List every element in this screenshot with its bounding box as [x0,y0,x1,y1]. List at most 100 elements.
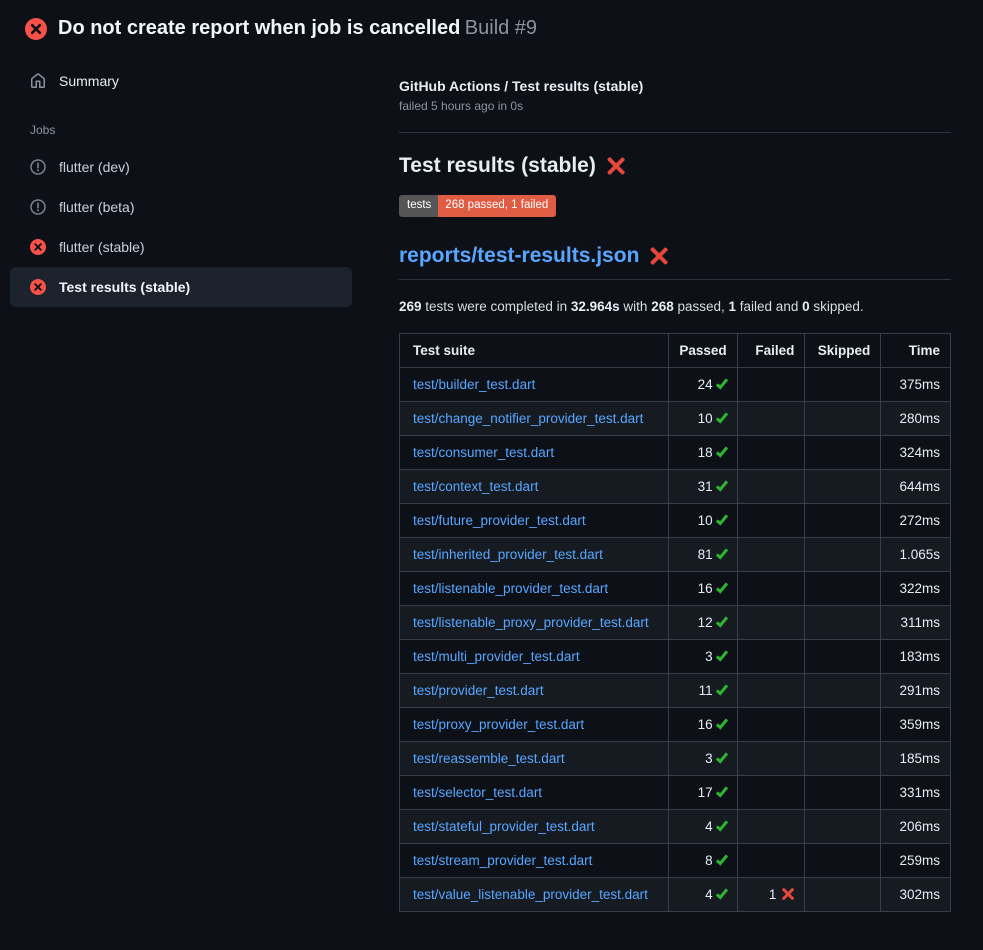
suite-link[interactable]: test/listenable_proxy_provider_test.dart [413,615,649,630]
x-circle-icon [25,18,47,40]
job-label: flutter (dev) [59,159,130,175]
passed-count: 10 [698,513,713,528]
passed-cell: 3 [668,639,737,673]
passed-count: 3 [705,751,713,766]
tests-badge: tests 268 passed, 1 failed [399,195,556,217]
passed-count: 3 [705,649,713,664]
summary-label: Summary [59,73,119,89]
failed-cell [737,843,805,877]
time-cell: 311ms [881,605,951,639]
passed-cell: 31 [668,469,737,503]
passed-count: 12 [698,615,713,630]
column-header: Failed [737,333,805,367]
suite-link[interactable]: test/reassemble_test.dart [413,751,565,766]
failed-cell [737,435,805,469]
time-cell: 272ms [881,503,951,537]
passed-cell: 3 [668,741,737,775]
suite-link[interactable]: test/value_listenable_provider_test.dart [413,887,648,902]
time-cell: 183ms [881,639,951,673]
summary-segment: passed, [674,299,729,314]
suite-link[interactable]: test/selector_test.dart [413,785,542,800]
skipped-cell [805,639,881,673]
table-row: test/consumer_test.dart18324ms [400,435,951,469]
suite-cell: test/builder_test.dart [400,367,669,401]
sidebar-item-summary[interactable]: Summary [10,61,352,101]
summary-line: 269 tests were completed in 32.964s with… [399,299,951,314]
time-cell: 185ms [881,741,951,775]
table-row: test/value_listenable_provider_test.dart… [400,877,951,911]
failed-cell [737,707,805,741]
suite-link[interactable]: test/change_notifier_provider_test.dart [413,411,643,426]
passed-count: 16 [698,581,713,596]
failed-count: 1 [769,887,777,902]
passed-count: 11 [699,683,713,698]
sidebar-job-item[interactable]: flutter (dev) [10,147,352,187]
skipped-cell [805,741,881,775]
exclamation-circle-icon [30,159,46,175]
suite-link[interactable]: test/builder_test.dart [413,377,535,392]
check-mark-icon [715,444,727,457]
run-header: Do not create report when job is cancell… [0,0,983,40]
check-mark-icon [715,648,727,661]
column-header: Test suite [400,333,669,367]
passed-cell: 10 [668,401,737,435]
passed-cell: 10 [668,503,737,537]
check-mark-icon [715,682,727,695]
suite-link[interactable]: test/proxy_provider_test.dart [413,717,584,732]
failed-cell [737,401,805,435]
time-cell: 291ms [881,673,951,707]
suite-link[interactable]: test/future_provider_test.dart [413,513,586,528]
suite-link[interactable]: test/stateful_provider_test.dart [413,819,595,834]
x-circle-icon [30,279,46,295]
failed-cell [737,469,805,503]
suite-cell: test/context_test.dart [400,469,669,503]
summary-segment: 268 [651,299,674,314]
time-cell: 1.065s [881,537,951,571]
suite-cell: test/change_notifier_provider_test.dart [400,401,669,435]
check-status-line: failed 5 hours ago in 0s [399,99,951,113]
suite-link[interactable]: test/provider_test.dart [413,683,544,698]
suite-link[interactable]: test/context_test.dart [413,479,538,494]
suite-cell: test/stream_provider_test.dart [400,843,669,877]
table-row: test/listenable_proxy_provider_test.dart… [400,605,951,639]
summary-segment: 269 [399,299,422,314]
suite-cell: test/future_provider_test.dart [400,503,669,537]
suite-link[interactable]: test/inherited_provider_test.dart [413,547,603,562]
sidebar-job-item[interactable]: flutter (stable) [10,227,352,267]
skipped-cell [805,537,881,571]
suite-link[interactable]: test/consumer_test.dart [413,445,554,460]
skipped-cell [805,673,881,707]
check-mark-icon [715,784,727,797]
check-breadcrumb: GitHub Actions / Test results (stable) [399,78,951,94]
skipped-cell [805,877,881,911]
suite-cell: test/consumer_test.dart [400,435,669,469]
x-mark-icon [781,888,794,901]
column-header: Time [881,333,951,367]
suite-link[interactable]: test/listenable_provider_test.dart [413,581,608,596]
summary-segment: skipped. [810,299,864,314]
passed-count: 10 [698,411,713,426]
table-row: test/future_provider_test.dart 10 272ms [400,503,951,537]
sidebar: Summary Jobs flutter (dev)flutter (beta)… [0,40,352,307]
check-mark-icon [715,852,727,865]
passed-cell: 17 [668,775,737,809]
skipped-cell [805,435,881,469]
summary-segment: tests were completed in [422,299,571,314]
passed-cell: 81 [668,537,737,571]
check-title: Test results (stable) [399,154,596,178]
table-row: test/inherited_provider_test.dart 81 1.065… [400,537,951,571]
table-row: test/builder_test.dart24375ms [400,367,951,401]
report-link[interactable]: reports/test-results.json [399,244,639,268]
failed-cell [737,367,805,401]
suite-link[interactable]: test/stream_provider_test.dart [413,853,592,868]
skipped-cell [805,469,881,503]
suite-link[interactable]: test/multi_provider_test.dart [413,649,580,664]
passed-cell: 4 [668,877,737,911]
failed-cell [737,639,805,673]
passed-count: 4 [705,819,713,834]
sidebar-job-item[interactable]: Test results (stable) [10,267,352,307]
sidebar-job-item[interactable]: flutter (beta) [10,187,352,227]
passed-cell: 16 [668,571,737,605]
skipped-cell [805,707,881,741]
passed-cell: 11 [668,673,737,707]
